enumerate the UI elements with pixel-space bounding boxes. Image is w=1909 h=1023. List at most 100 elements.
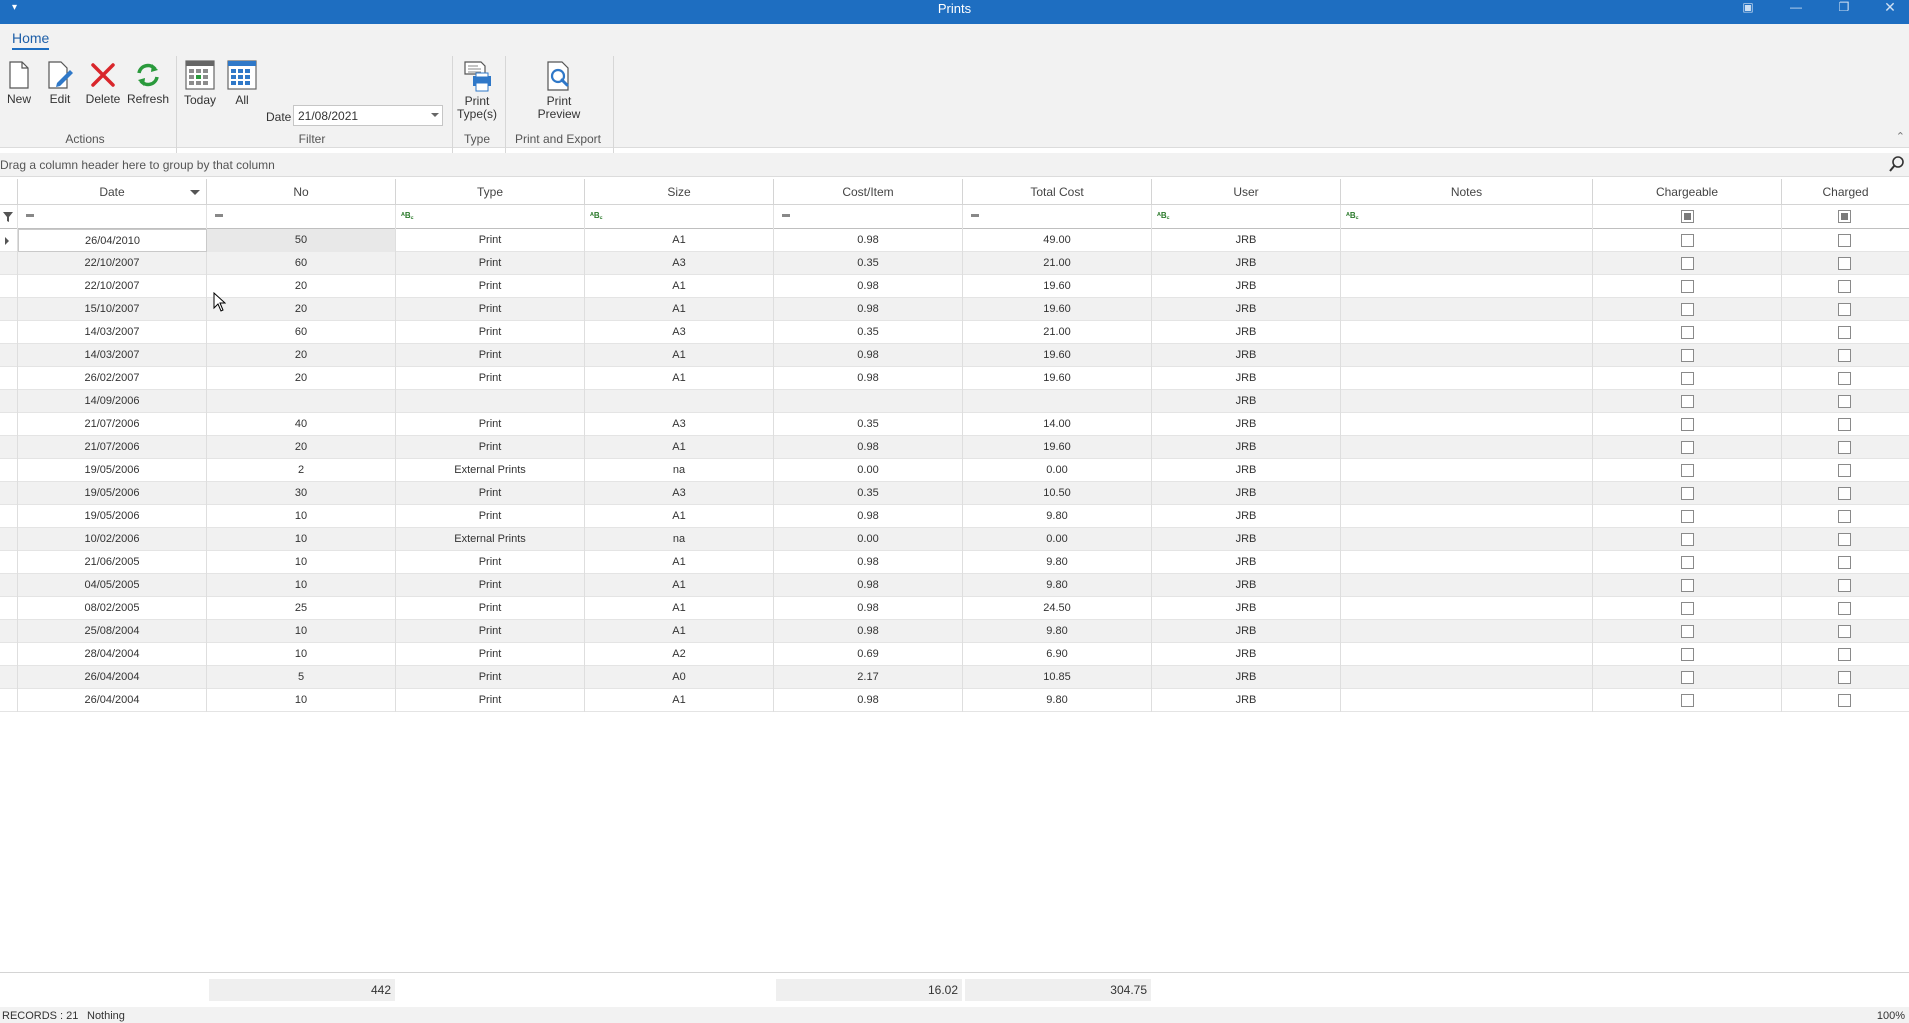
chargeable-checkbox[interactable] (1681, 579, 1694, 592)
cell-type[interactable]: Print (396, 689, 585, 712)
cell-no[interactable]: 60 (207, 252, 396, 275)
cell-notes[interactable] (1341, 367, 1593, 390)
chevron-down-icon[interactable] (431, 113, 439, 117)
cell-notes[interactable] (1341, 321, 1593, 344)
cell-total[interactable]: 9.80 (963, 620, 1152, 643)
cell-size[interactable]: A3 (585, 482, 774, 505)
cell-type[interactable]: Print (396, 413, 585, 436)
indeterminate-checkbox[interactable] (1681, 210, 1694, 223)
chargeable-checkbox[interactable] (1681, 441, 1694, 454)
charged-checkbox[interactable] (1838, 441, 1851, 454)
filter-cost-item[interactable] (774, 205, 963, 229)
cell-notes[interactable] (1341, 505, 1593, 528)
charged-checkbox[interactable] (1838, 234, 1851, 247)
cell-total[interactable]: 21.00 (963, 321, 1152, 344)
cell-user[interactable]: JRB (1152, 367, 1341, 390)
cell-total[interactable]: 9.80 (963, 505, 1152, 528)
filter-no[interactable] (207, 205, 396, 229)
row-indicator-cell[interactable] (0, 367, 18, 390)
table-row[interactable]: 22/10/2007 20 Print A1 0.98 19.60 JRB (0, 275, 1909, 298)
table-row[interactable]: 26/04/2010 50 Print A1 0.98 49.00 JRB (0, 229, 1909, 252)
cell-user[interactable]: JRB (1152, 551, 1341, 574)
cell-size[interactable]: A1 (585, 344, 774, 367)
cell-size[interactable] (585, 390, 774, 413)
charged-checkbox[interactable] (1838, 326, 1851, 339)
cell-size[interactable]: A1 (585, 597, 774, 620)
column-header-cost-item[interactable]: Cost/Item (774, 179, 963, 205)
cell-notes[interactable] (1341, 689, 1593, 712)
chargeable-checkbox[interactable] (1681, 671, 1694, 684)
cell-user[interactable]: JRB (1152, 574, 1341, 597)
cell-size[interactable]: A1 (585, 367, 774, 390)
column-header-chargeable[interactable]: Chargeable (1593, 179, 1782, 205)
cell-size[interactable]: A3 (585, 321, 774, 344)
cell-no[interactable]: 10 (207, 689, 396, 712)
table-row[interactable]: 21/07/2006 20 Print A1 0.98 19.60 JRB (0, 436, 1909, 459)
row-indicator-cell[interactable] (0, 551, 18, 574)
zoom-level[interactable]: 100% (1877, 1010, 1905, 1022)
minimize-icon[interactable]: — (1772, 0, 1820, 24)
cell-total[interactable]: 10.85 (963, 666, 1152, 689)
cell-total[interactable]: 19.60 (963, 436, 1152, 459)
charged-checkbox[interactable] (1838, 372, 1851, 385)
cell-size[interactable]: A1 (585, 229, 774, 252)
charged-checkbox[interactable] (1838, 257, 1851, 270)
table-row[interactable]: 14/03/2007 20 Print A1 0.98 19.60 JRB (0, 344, 1909, 367)
cell-size[interactable]: A1 (585, 574, 774, 597)
chargeable-checkbox[interactable] (1681, 533, 1694, 546)
filter-chargeable[interactable] (1593, 205, 1782, 229)
cell-no[interactable]: 10 (207, 620, 396, 643)
table-row[interactable]: 22/10/2007 60 Print A3 0.35 21.00 JRB (0, 252, 1909, 275)
column-header-user[interactable]: User (1152, 179, 1341, 205)
chargeable-checkbox[interactable] (1681, 648, 1694, 661)
charged-checkbox[interactable] (1838, 579, 1851, 592)
cell-date[interactable]: 22/10/2007 (18, 275, 207, 298)
cell-type[interactable]: Print (396, 574, 585, 597)
search-icon[interactable] (1889, 155, 1905, 173)
cell-size[interactable]: A1 (585, 689, 774, 712)
cell-notes[interactable] (1341, 551, 1593, 574)
cell-type[interactable]: Print (396, 551, 585, 574)
cell-notes[interactable] (1341, 459, 1593, 482)
charged-checkbox[interactable] (1838, 671, 1851, 684)
cell-cost[interactable]: 0.98 (774, 367, 963, 390)
chargeable-checkbox[interactable] (1681, 602, 1694, 615)
filter-total-cost[interactable] (963, 205, 1152, 229)
cell-no[interactable]: 60 (207, 321, 396, 344)
row-indicator-cell[interactable] (0, 275, 18, 298)
cell-type[interactable]: External Prints (396, 528, 585, 551)
row-indicator-cell[interactable] (0, 390, 18, 413)
cell-date[interactable]: 26/02/2007 (18, 367, 207, 390)
cell-user[interactable]: JRB (1152, 436, 1341, 459)
column-header-size[interactable]: Size (585, 179, 774, 205)
cell-no[interactable]: 20 (207, 275, 396, 298)
cell-user[interactable]: JRB (1152, 643, 1341, 666)
cell-user[interactable]: JRB (1152, 321, 1341, 344)
cell-cost[interactable]: 0.35 (774, 321, 963, 344)
row-indicator-cell[interactable] (0, 666, 18, 689)
charged-checkbox[interactable] (1838, 602, 1851, 615)
cell-no[interactable]: 10 (207, 528, 396, 551)
cell-type[interactable]: Print (396, 482, 585, 505)
cell-user[interactable]: JRB (1152, 597, 1341, 620)
row-indicator-cell[interactable] (0, 459, 18, 482)
cell-notes[interactable] (1341, 620, 1593, 643)
cell-cost[interactable]: 0.98 (774, 620, 963, 643)
cell-date[interactable]: 14/03/2007 (18, 344, 207, 367)
row-indicator-cell[interactable] (0, 298, 18, 321)
cell-user[interactable]: JRB (1152, 689, 1341, 712)
cell-no[interactable]: 10 (207, 574, 396, 597)
table-row[interactable]: 21/07/2006 40 Print A3 0.35 14.00 JRB (0, 413, 1909, 436)
cell-no[interactable]: 20 (207, 367, 396, 390)
cell-cost[interactable]: 0.00 (774, 459, 963, 482)
column-header-no[interactable]: No (207, 179, 396, 205)
cell-cost[interactable]: 0.35 (774, 252, 963, 275)
table-row[interactable]: 04/05/2005 10 Print A1 0.98 9.80 JRB (0, 574, 1909, 597)
cell-size[interactable]: na (585, 459, 774, 482)
chargeable-checkbox[interactable] (1681, 556, 1694, 569)
chargeable-checkbox[interactable] (1681, 234, 1694, 247)
cell-size[interactable]: A3 (585, 252, 774, 275)
cell-notes[interactable] (1341, 344, 1593, 367)
cell-cost[interactable]: 2.17 (774, 666, 963, 689)
chargeable-checkbox[interactable] (1681, 487, 1694, 500)
